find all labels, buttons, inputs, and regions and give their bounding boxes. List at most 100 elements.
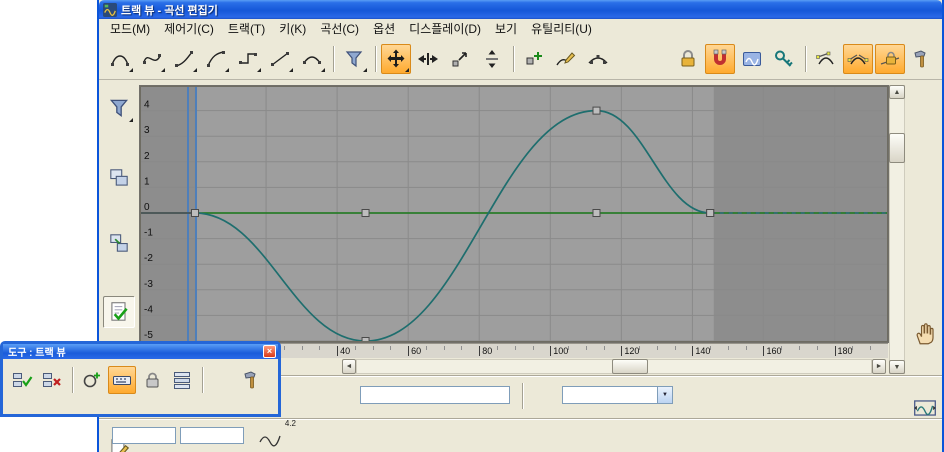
curve-graph-area[interactable]: 4 3 2 1 0 -1 -2 -3 -4 -5 [139, 85, 889, 345]
paste-track-button[interactable] [103, 227, 135, 259]
palette-toolbar [3, 359, 278, 394]
set-tangents-to-step-button[interactable] [233, 44, 263, 74]
key-time-field[interactable] [112, 427, 176, 444]
slide-keys-button[interactable] [413, 44, 443, 74]
filters-button[interactable] [339, 44, 369, 74]
separator-groove [99, 418, 942, 420]
scale-keys-button[interactable] [445, 44, 475, 74]
left-filters-button[interactable] [103, 92, 135, 124]
v-scroll-down-button[interactable]: ▼ [889, 360, 905, 374]
track-view-utilities-button[interactable] [907, 44, 937, 74]
snap-frames-button[interactable] [705, 43, 735, 74]
toolbar-separator [202, 367, 204, 393]
v-scroll-track[interactable] [889, 85, 905, 374]
small-lock-icon [146, 372, 159, 388]
track-check-icon [13, 373, 33, 387]
track-check-button[interactable] [8, 366, 36, 394]
y-axis-label: 1 [144, 176, 150, 187]
record-button[interactable] [78, 366, 106, 394]
h-scroll-thumb[interactable] [612, 359, 648, 374]
show-all-tangents-button[interactable] [843, 43, 873, 74]
y-axis-label: -2 [144, 253, 153, 264]
screen: 트랙 뷰 - 곡선 편집기 모드(M) 제어기(C) 트랙(T) 키(K) 곡선(C) 옵… [0, 0, 944, 452]
track-list-icon [174, 372, 190, 389]
lock-tangents-button[interactable] [875, 43, 905, 74]
title-bar[interactable]: 트랙 뷰 - 곡선 편집기 [99, 0, 942, 19]
palette-title-bar[interactable]: 도구 : 트랙 뷰 × [3, 344, 278, 359]
lock-selection-button[interactable] [673, 44, 703, 74]
key[interactable] [592, 209, 601, 217]
menu-controller[interactable]: 제어기(C) [157, 19, 221, 38]
ruler-tick-major [337, 346, 339, 356]
show-keyable-icons-button[interactable] [769, 44, 799, 74]
key[interactable] [361, 209, 370, 217]
menu-curves[interactable]: 곡선(C) [313, 19, 366, 38]
y-axis-label: -5 [144, 330, 153, 341]
auto-tangent-icon [111, 54, 129, 66]
out-of-range-icon [743, 51, 761, 66]
copy-track-button[interactable] [103, 162, 135, 194]
ruler-tick-minor [674, 346, 676, 350]
slow-tangent-icon [207, 50, 225, 67]
custom-tangent-icon [143, 53, 161, 64]
move-keys-button[interactable] [381, 43, 411, 74]
menu-utilities[interactable]: 유틸리티(U) [524, 19, 599, 38]
scale-values-icon [486, 49, 498, 68]
curve-graph[interactable]: 4 3 2 1 0 -1 -2 -3 -4 -5 [140, 86, 888, 345]
menu-display[interactable]: 디스플레이(D) [402, 19, 488, 38]
set-tangents-to-custom-button[interactable] [137, 44, 167, 74]
track-list-button[interactable] [168, 366, 196, 394]
menu-mode[interactable]: 모드(M) [103, 19, 157, 38]
set-tangents-to-auto-button[interactable] [105, 44, 135, 74]
reduce-keys-button[interactable] [583, 44, 613, 74]
ruler-tick-minor [656, 346, 658, 350]
key[interactable] [706, 209, 715, 217]
track-name-input[interactable] [360, 386, 510, 404]
set-tangents-to-fast-button[interactable] [169, 44, 199, 74]
set-tangents-to-linear-button[interactable] [265, 44, 295, 74]
h-scroll-right-button[interactable]: ► [872, 359, 886, 374]
dropdown-arrow-icon [129, 67, 133, 72]
draw-curves-button[interactable] [551, 44, 581, 74]
key-stats-button[interactable]: 4.2 [258, 419, 298, 449]
menu-track[interactable]: 트랙(T) [221, 19, 272, 38]
ruler-tick-minor [354, 346, 356, 350]
set-tangents-to-smooth-button[interactable] [297, 44, 327, 74]
dropdown-arrow-icon [161, 67, 165, 72]
h-scroll-left-button[interactable]: ◄ [342, 359, 356, 374]
menu-view[interactable]: 보기 [488, 19, 524, 38]
move-keys-icon [387, 49, 405, 67]
track-delete-button[interactable] [38, 366, 66, 394]
keyboard-override-button[interactable] [108, 366, 136, 394]
set-tangents-to-slow-button[interactable] [201, 44, 231, 74]
pan-button[interactable] [909, 318, 941, 350]
key-icon [775, 50, 793, 67]
ruler-tick-major [550, 346, 552, 356]
menu-options[interactable]: 옵션 [366, 19, 402, 38]
add-keys-button[interactable] [519, 44, 549, 74]
track-sets-combo-input[interactable] [562, 386, 658, 404]
track-sets-combo-arrow[interactable]: ▼ [657, 386, 673, 404]
fast-tangent-icon [175, 50, 193, 67]
palette-utilities-button[interactable] [238, 366, 266, 394]
scale-keys-icon [452, 51, 467, 66]
ruler-tick-major [763, 346, 765, 356]
menu-key[interactable]: 키(K) [272, 19, 313, 38]
show-tangents-button[interactable] [811, 44, 841, 74]
key-value-field[interactable] [180, 427, 244, 444]
linear-tangent-icon [271, 51, 289, 66]
step-tangent-icon [239, 52, 257, 64]
close-button[interactable]: × [263, 345, 276, 358]
dropdown-arrow-icon [257, 67, 261, 72]
key[interactable] [592, 106, 601, 115]
v-scroll-thumb[interactable] [889, 133, 905, 163]
scale-values-button[interactable] [477, 44, 507, 74]
time-ruler-label: 100 [553, 346, 569, 356]
parameter-curve-out-of-range-button[interactable] [737, 44, 767, 74]
ruler-tick-minor [443, 346, 445, 350]
edit-keys-mode-button[interactable] [103, 296, 135, 328]
y-axis-label: 3 [144, 125, 150, 136]
key[interactable] [191, 209, 199, 217]
v-scroll-up-button[interactable]: ▲ [889, 85, 905, 99]
lock-keys-button[interactable] [138, 366, 166, 394]
